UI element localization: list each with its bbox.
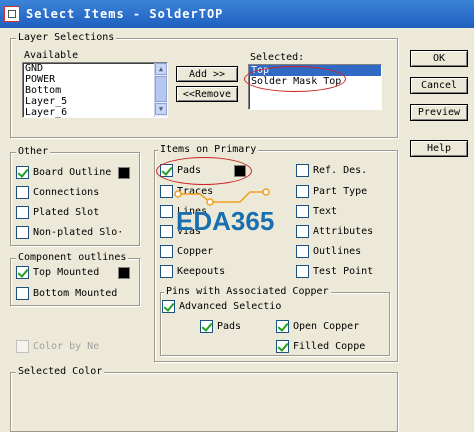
remove-button-label: <<Remove: [182, 88, 232, 100]
available-list-item[interactable]: GND: [23, 63, 167, 74]
checkbox-box[interactable]: [16, 287, 29, 300]
checkbox-box[interactable]: [200, 320, 213, 333]
available-list-item[interactable]: Bottom: [23, 85, 167, 96]
plated-slot-checkbox[interactable]: Plated Slot: [16, 206, 99, 219]
checkbox-label: Bottom Mounted: [33, 288, 118, 299]
add-button-label: Add >>: [188, 68, 226, 80]
title-bar: Select Items - SolderTOP: [0, 0, 474, 28]
checkbox-label: Plated Slot: [33, 207, 100, 218]
checkbox-box[interactable]: [162, 300, 175, 313]
checkbox-label: Non-plated Slo·: [33, 227, 124, 238]
board-outline-color-swatch[interactable]: [118, 167, 130, 179]
outlines-checkbox[interactable]: Outlines: [296, 245, 361, 258]
checkbox-box[interactable]: [16, 226, 29, 239]
checkbox-box[interactable]: [276, 340, 289, 353]
pins-with-copper-label: Pins with Associated Copper: [164, 286, 331, 298]
layer-selections-label: Layer Selections: [16, 32, 117, 44]
window-title: Select Items - SolderTOP: [26, 7, 224, 21]
checkbox-label: Keepouts: [177, 266, 226, 277]
checkbox-box[interactable]: [296, 164, 309, 177]
checkbox-label: Part Type: [313, 186, 368, 197]
part-type-checkbox[interactable]: Part Type: [296, 185, 367, 198]
checkbox-box[interactable]: [160, 265, 173, 278]
checkbox-label: Pads: [217, 321, 242, 332]
checkbox-label: Board Outline: [33, 167, 112, 178]
ref-des-checkbox[interactable]: Ref. Des.: [296, 164, 367, 177]
checkbox-box[interactable]: [296, 265, 309, 278]
checkbox-box[interactable]: [276, 320, 289, 333]
pins-pads-checkbox[interactable]: Pads: [200, 320, 241, 333]
text-checkbox[interactable]: Text: [296, 205, 337, 218]
board-outline-checkbox[interactable]: Board Outline: [16, 166, 111, 179]
items-on-primary-label: Items on Primary: [158, 144, 259, 156]
top-mounted-color-swatch[interactable]: [118, 267, 130, 279]
available-list[interactable]: GND POWER Bottom Layer_5 Layer_6 ▲ ▼: [22, 62, 168, 118]
open-copper-checkbox[interactable]: Open Copper: [276, 320, 359, 333]
selected-color-group: [10, 372, 398, 432]
cancel-button-label: Cancel: [420, 80, 458, 91]
add-button[interactable]: Add >>: [176, 66, 238, 82]
preview-button-label: Preview: [417, 107, 461, 118]
preview-button[interactable]: Preview: [410, 104, 468, 121]
checkbox-label: Copper: [177, 246, 214, 257]
checkbox-label: Ref. Des.: [313, 165, 368, 176]
selected-label: Selected:: [250, 52, 305, 63]
available-list-item[interactable]: Layer_6: [23, 107, 167, 118]
checkbox-box[interactable]: [16, 166, 29, 179]
checkbox-box[interactable]: [16, 206, 29, 219]
remove-button[interactable]: <<Remove: [176, 86, 238, 102]
scroll-up-arrow-icon[interactable]: ▲: [155, 63, 167, 75]
checkbox-label: Outlines: [313, 246, 362, 257]
window-menu-icon[interactable]: [4, 6, 20, 22]
ok-button-label: OK: [432, 53, 446, 64]
checkbox-box[interactable]: [160, 245, 173, 258]
checkbox-box[interactable]: [16, 186, 29, 199]
keepouts-checkbox[interactable]: Keepouts: [160, 265, 225, 278]
checkbox-label: Text: [313, 206, 338, 217]
checkbox-label: Attributes: [313, 226, 374, 237]
filled-copper-checkbox[interactable]: Filled Coppe: [276, 340, 365, 353]
help-button-label: Help: [426, 143, 452, 154]
checkbox-box[interactable]: [16, 340, 29, 353]
other-label: Other: [16, 146, 51, 158]
cancel-button[interactable]: Cancel: [410, 77, 468, 94]
component-outlines-label: Component outlines: [16, 252, 129, 264]
checkbox-label: Connections: [33, 187, 100, 198]
checkbox-label: Advanced Selectio: [179, 301, 282, 312]
bottom-mounted-checkbox[interactable]: Bottom Mounted: [16, 287, 117, 300]
selected-color-label: Selected Color: [16, 366, 105, 378]
checkbox-label: Test Point: [313, 266, 374, 277]
advanced-selection-checkbox[interactable]: Advanced Selectio: [162, 300, 281, 313]
checkbox-label: Filled Coppe: [293, 341, 366, 352]
available-label: Available: [24, 50, 79, 61]
checkbox-label: Top Mounted: [33, 267, 100, 278]
checkbox-label: Color by Ne: [33, 341, 100, 352]
eda365-watermark-logo: EDA365: [174, 188, 274, 236]
watermark-text: EDA365: [176, 206, 274, 236]
available-list-item[interactable]: POWER: [23, 74, 167, 85]
available-list-item[interactable]: Layer_5: [23, 96, 167, 107]
ok-button[interactable]: OK: [410, 50, 468, 67]
checkbox-label: Open Copper: [293, 321, 360, 332]
test-point-checkbox[interactable]: Test Point: [296, 265, 373, 278]
color-by-net-checkbox[interactable]: Color by Ne: [16, 340, 99, 353]
annotation-ellipse: [244, 66, 346, 92]
copper-checkbox[interactable]: Copper: [160, 245, 213, 258]
attributes-checkbox[interactable]: Attributes: [296, 225, 373, 238]
scroll-thumb[interactable]: [155, 76, 167, 102]
checkbox-box[interactable]: [296, 245, 309, 258]
help-button[interactable]: Help: [410, 140, 468, 157]
checkbox-box[interactable]: [16, 266, 29, 279]
available-scrollbar[interactable]: ▲ ▼: [154, 63, 167, 117]
non-plated-slot-checkbox[interactable]: Non-plated Slo·: [16, 226, 123, 239]
scroll-down-arrow-icon[interactable]: ▼: [155, 103, 167, 115]
top-mounted-checkbox[interactable]: Top Mounted: [16, 266, 99, 279]
connections-checkbox[interactable]: Connections: [16, 186, 99, 199]
